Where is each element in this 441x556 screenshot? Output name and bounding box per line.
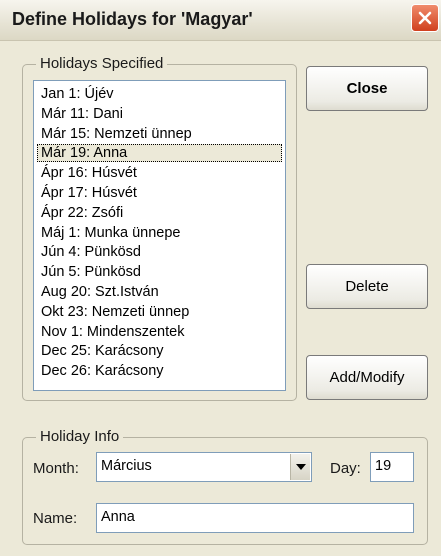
month-dropdown-button[interactable]: [290, 454, 310, 480]
day-label: Day:: [330, 460, 361, 477]
name-label: Name:: [33, 510, 78, 527]
list-item-selected[interactable]: Már 19: Anna: [37, 144, 282, 163]
holidays-specified-legend: Holidays Specified: [36, 55, 168, 72]
name-field[interactable]: Anna: [96, 503, 414, 533]
list-item[interactable]: Ápr 17: Húsvét: [37, 184, 282, 202]
window-close-button[interactable]: [411, 4, 439, 32]
list-item[interactable]: Máj 1: Munka ünnepe: [37, 224, 282, 242]
holidays-listbox[interactable]: Jan 1: Újév Már 11: Dani Már 15: Nemzeti ü…: [33, 80, 286, 391]
month-select-value: Március: [101, 458, 152, 474]
day-field-value: 19: [375, 458, 392, 474]
close-button[interactable]: Close: [306, 66, 428, 111]
title-bar[interactable]: Define Holidays for 'Magyar': [0, 0, 441, 41]
close-button-label: Close: [346, 80, 388, 97]
delete-button[interactable]: Delete: [306, 264, 428, 309]
name-field-value: Anna: [101, 509, 135, 525]
month-select[interactable]: Március: [96, 452, 312, 482]
chevron-down-icon: [296, 464, 306, 470]
list-item[interactable]: Dec 26: Karácsony: [37, 362, 282, 380]
list-item[interactable]: Dec 25: Karácsony: [37, 342, 282, 360]
list-item[interactable]: Nov 1: Mindenszentek: [37, 323, 282, 341]
day-field[interactable]: 19: [370, 452, 414, 482]
list-item[interactable]: Már 15: Nemzeti ünnep: [37, 125, 282, 143]
list-item[interactable]: Aug 20: Szt.István: [37, 283, 282, 301]
list-item[interactable]: Ápr 22: Zsófi: [37, 204, 282, 222]
add-modify-button-label: Add/Modify: [329, 369, 405, 386]
define-holidays-dialog: Define Holidays for 'Magyar' Holidays Sp…: [0, 0, 441, 556]
list-item[interactable]: Jún 4: Pünkösd: [37, 243, 282, 261]
list-item[interactable]: Jún 5: Pünkösd: [37, 263, 282, 281]
month-label: Month:: [33, 460, 79, 477]
close-icon: [418, 11, 432, 25]
window-title: Define Holidays for 'Magyar': [12, 9, 253, 29]
delete-button-label: Delete: [345, 278, 389, 295]
list-item[interactable]: Már 11: Dani: [37, 105, 282, 123]
holiday-info-legend: Holiday Info: [36, 428, 124, 445]
list-item[interactable]: Okt 23: Nemzeti ünnep: [37, 303, 282, 321]
add-modify-button[interactable]: Add/Modify: [306, 355, 428, 400]
list-item[interactable]: Jan 1: Újév: [37, 85, 282, 103]
list-item[interactable]: Ápr 16: Húsvét: [37, 164, 282, 182]
